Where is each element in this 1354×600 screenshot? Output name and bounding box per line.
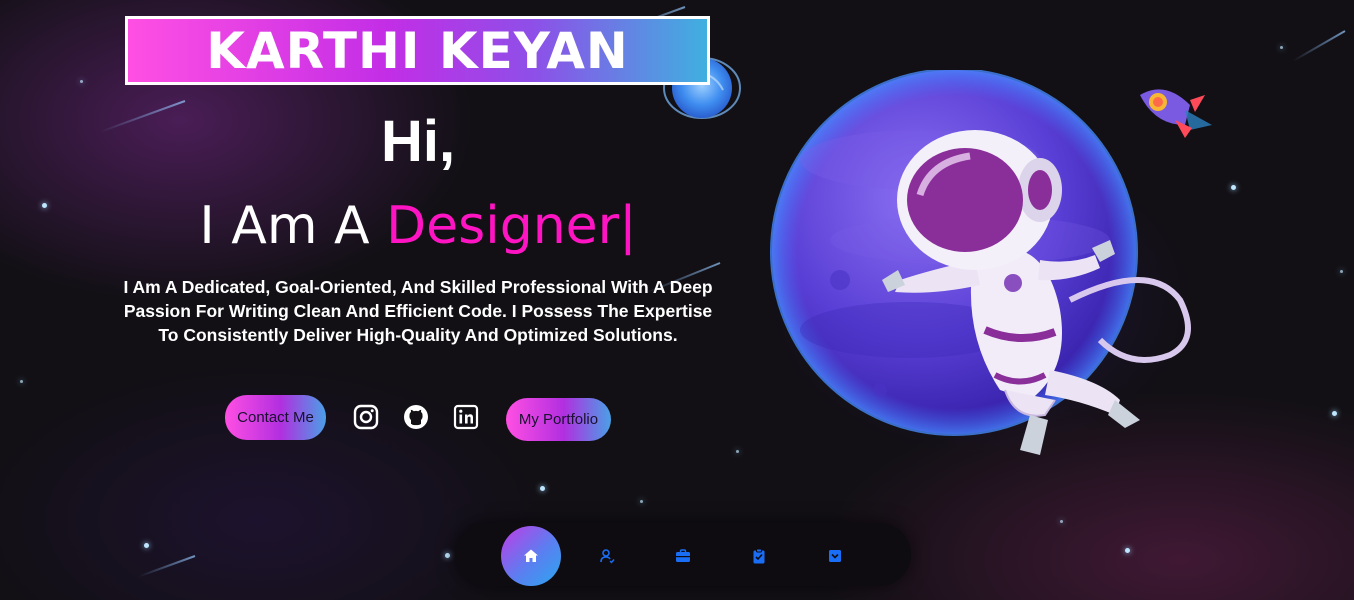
- site-name: KARTHI KEYAN: [206, 21, 629, 80]
- star: [1340, 270, 1343, 273]
- star: [80, 80, 83, 83]
- github-link[interactable]: [402, 403, 430, 431]
- star: [1332, 411, 1337, 416]
- typing-caret: |: [619, 196, 637, 256]
- greeting-heading: Hi,: [380, 109, 456, 174]
- star: [1280, 46, 1283, 49]
- contact-me-button[interactable]: Contact Me: [225, 395, 326, 440]
- rocket-icon: [1140, 89, 1212, 138]
- github-icon: [404, 405, 428, 429]
- instagram-link[interactable]: [352, 403, 380, 431]
- linkedin-icon: [453, 404, 479, 430]
- shooting-star: [138, 555, 196, 578]
- nav-projects[interactable]: [748, 545, 770, 567]
- nav-home[interactable]: [501, 526, 561, 586]
- chevron-down-square-icon: [829, 550, 841, 562]
- nav-experience[interactable]: [672, 545, 694, 567]
- star: [640, 500, 643, 503]
- star: [1125, 548, 1130, 553]
- star: [540, 486, 545, 491]
- role-word: Designer: [386, 196, 620, 256]
- role-prefix: I Am A: [199, 196, 387, 256]
- intro-description: I Am A Dedicated, Goal-Oriented, And Ski…: [123, 277, 713, 345]
- star: [20, 380, 23, 383]
- nav-about[interactable]: [596, 545, 618, 567]
- name-banner: KARTHI KEYAN: [125, 16, 710, 85]
- shooting-star: [1292, 30, 1346, 62]
- star: [1231, 185, 1236, 190]
- my-portfolio-button[interactable]: My Portfolio: [506, 398, 611, 441]
- star: [144, 543, 149, 548]
- star: [736, 450, 739, 453]
- user-icon: [600, 549, 615, 564]
- home-icon: [524, 549, 538, 562]
- clipboard-icon: [753, 548, 765, 564]
- instagram-icon: [353, 404, 379, 430]
- briefcase-icon: [676, 549, 690, 562]
- role-heading: I Am A Designer|: [0, 196, 836, 256]
- star: [1060, 520, 1063, 523]
- nav-contact[interactable]: [824, 545, 846, 567]
- star: [445, 553, 450, 558]
- linkedin-link[interactable]: [452, 403, 480, 431]
